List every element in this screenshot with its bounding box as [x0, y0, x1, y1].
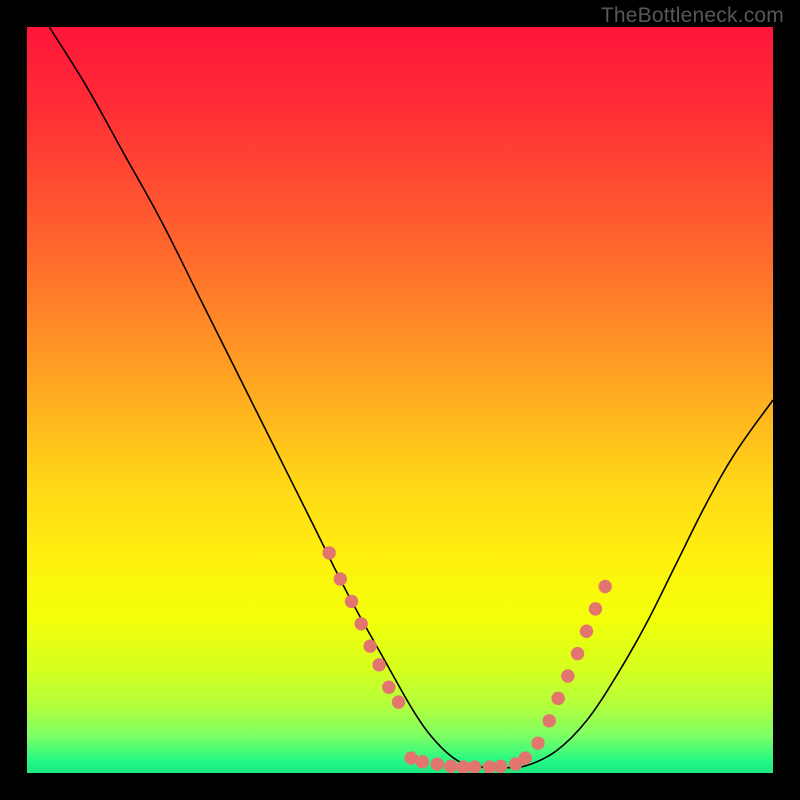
- highlight-dot: [531, 736, 544, 749]
- highlight-dot: [551, 692, 564, 705]
- highlight-dot: [598, 580, 611, 593]
- highlight-dot: [580, 625, 593, 638]
- highlight-dot: [372, 658, 385, 671]
- highlight-dot: [322, 546, 335, 559]
- highlight-dot: [468, 760, 481, 773]
- highlight-dot: [519, 751, 532, 764]
- highlight-dot: [444, 760, 457, 773]
- bottleneck-curve: [27, 27, 773, 768]
- highlight-dot: [334, 572, 347, 585]
- highlight-dots: [322, 546, 611, 773]
- highlight-dot: [392, 695, 405, 708]
- curve-layer: [27, 27, 773, 773]
- highlight-dot: [345, 595, 358, 608]
- highlight-dot: [561, 669, 574, 682]
- highlight-dot: [354, 617, 367, 630]
- highlight-dot: [363, 639, 376, 652]
- chart-frame: TheBottleneck.com: [0, 0, 800, 800]
- highlight-dot: [571, 647, 584, 660]
- highlight-dot: [416, 755, 429, 768]
- watermark-text: TheBottleneck.com: [601, 4, 784, 28]
- highlight-dot: [589, 602, 602, 615]
- plot-area: [27, 27, 773, 773]
- highlight-dot: [431, 757, 444, 770]
- highlight-dot: [382, 680, 395, 693]
- highlight-dot: [494, 760, 507, 773]
- highlight-dot: [542, 714, 555, 727]
